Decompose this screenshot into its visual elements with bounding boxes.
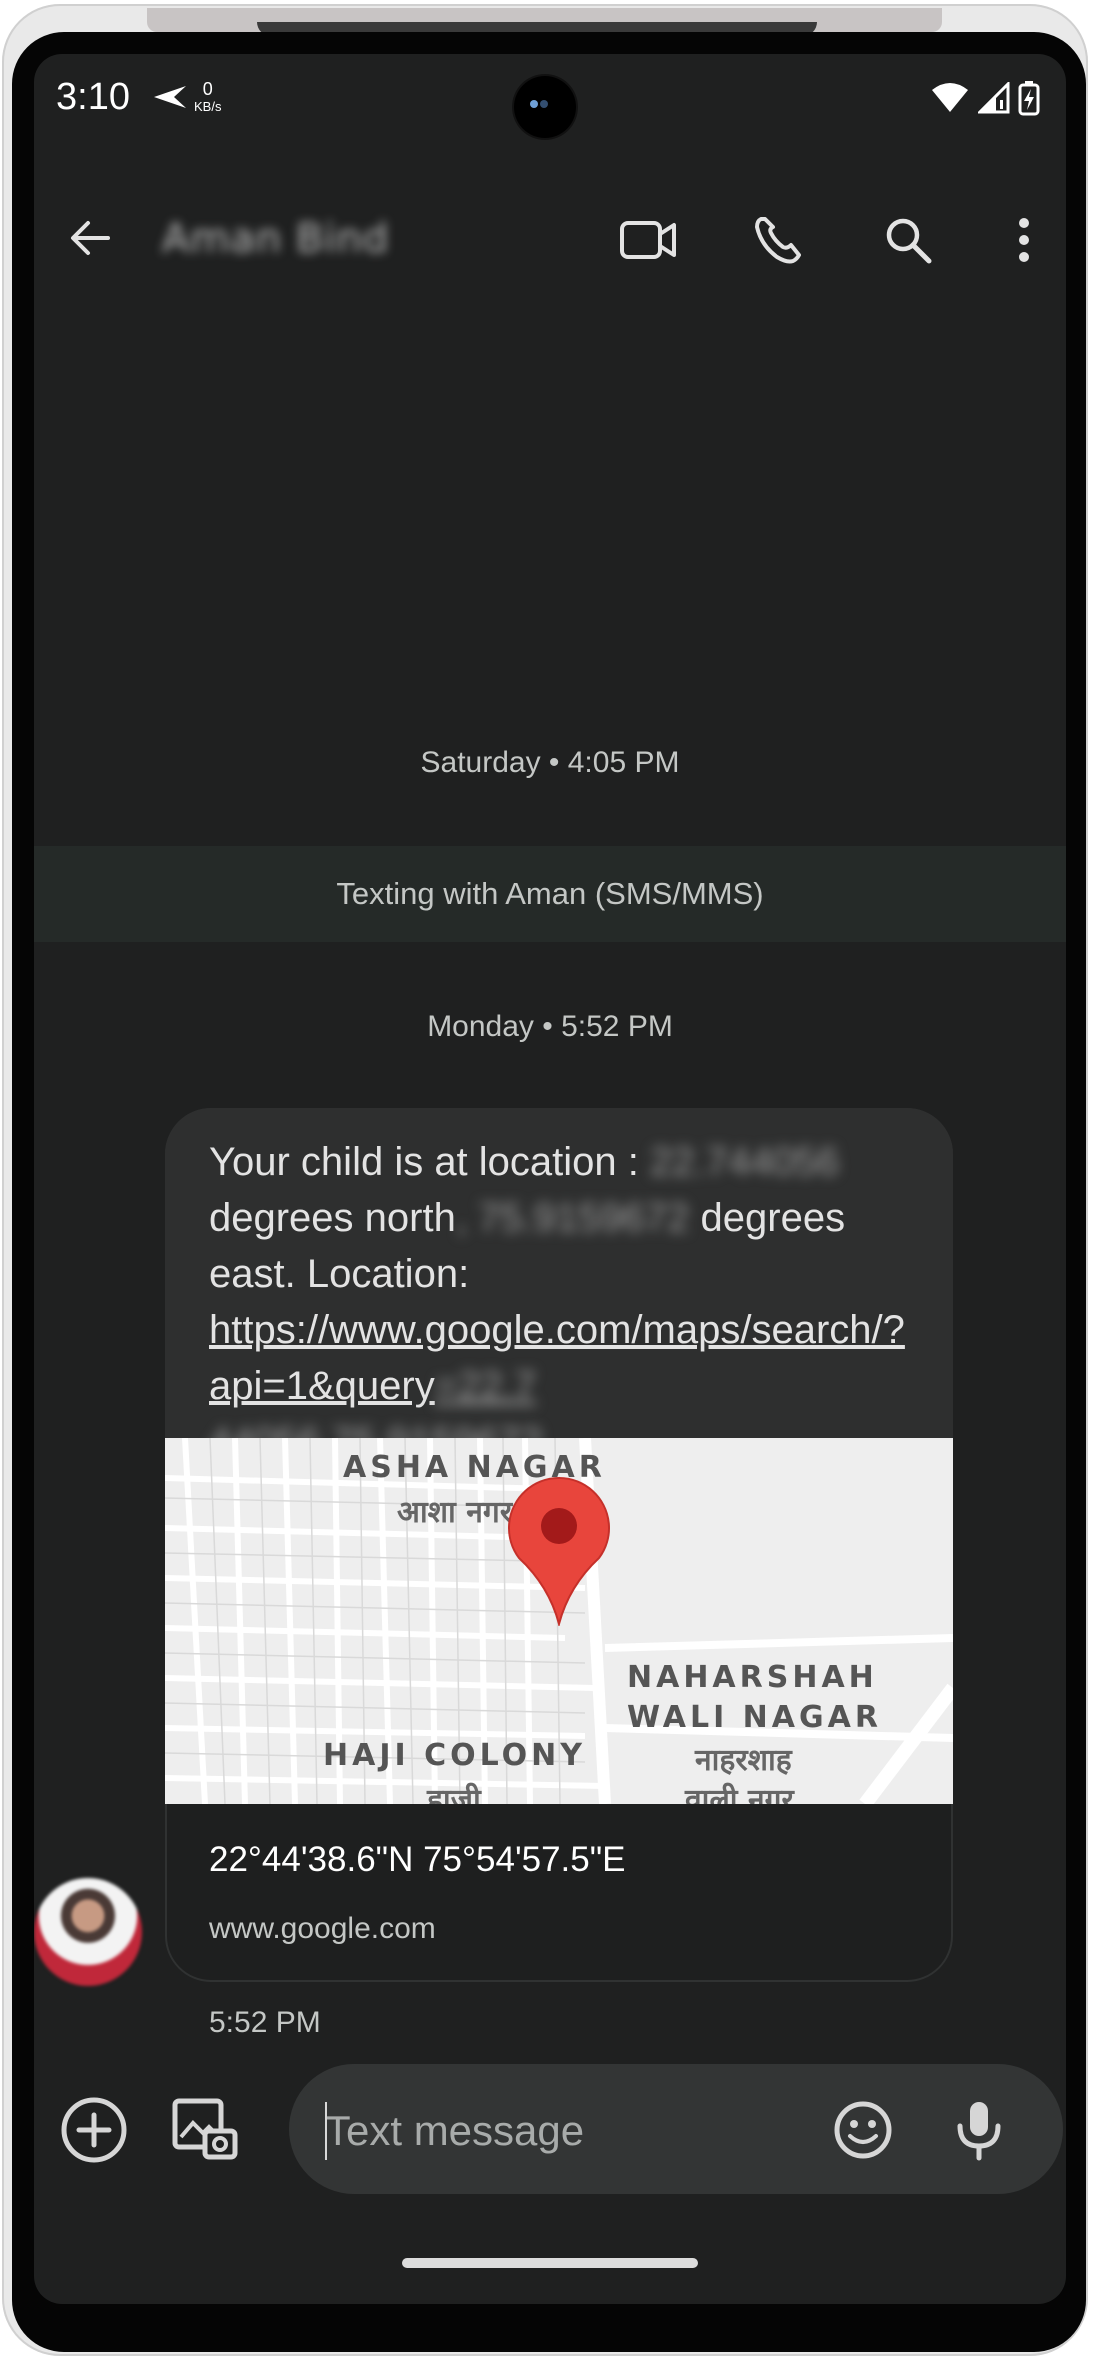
redacted-link-part-1[interactable]: =22.7 [435, 1364, 536, 1408]
gallery-button[interactable] [164, 2090, 244, 2170]
gallery-icon [172, 2098, 238, 2160]
home-indicator[interactable] [402, 2258, 698, 2268]
screen: 3:10 0 KB/s Aman Bind Saturday • 4:05 PM… [34, 54, 1066, 2304]
map-pin-icon [505, 1476, 613, 1630]
phone-frame: 3:10 0 KB/s Aman Bind Saturday • 4:05 PM… [2, 4, 1088, 2356]
signal-icon [976, 80, 1010, 118]
device-bezel: 3:10 0 KB/s Aman Bind Saturday • 4:05 PM… [12, 32, 1086, 2352]
battery-charging-icon [1018, 80, 1040, 120]
emoji-button[interactable] [823, 2090, 903, 2170]
status-time: 3:10 [56, 76, 130, 118]
avatar[interactable] [34, 1878, 142, 1986]
link-card-info[interactable]: 22°44'38.6"N 75°54'57.5"E www.google.com [165, 1804, 953, 1982]
status-icons [930, 80, 1040, 120]
message-text: Your child is at location : 22.744056 de… [209, 1134, 921, 1470]
map-label-naharshah-hi: नाहरशाह [695, 1743, 792, 1778]
app-bar: Aman Bind [34, 184, 1066, 294]
contact-name[interactable]: Aman Bind [162, 216, 389, 262]
mic-icon [957, 2102, 1001, 2161]
network-speed: 0 KB/s [194, 80, 221, 113]
map-label-haji-colony: HAJI COLONY [323, 1738, 586, 1773]
message-input-container[interactable] [289, 2064, 1063, 2194]
link-card-domain: www.google.com [209, 1912, 436, 1945]
location-link[interactable]: https://www.google.com/maps/search/?api=… [209, 1308, 905, 1408]
message-line-1: Your child is at location : [209, 1140, 650, 1184]
map-label-wali-nagar-hi: वाली नगर [685, 1783, 794, 1804]
emoji-icon [834, 2101, 892, 2159]
map-label-asha-nagar-hi: आशा नगर [397, 1495, 513, 1530]
redacted-latitude: 22.744056 [650, 1140, 840, 1184]
back-button[interactable] [60, 208, 120, 268]
timestamp-saturday: Saturday • 4:05 PM [420, 746, 680, 779]
message-bubble[interactable]: Your child is at location : 22.744056 de… [165, 1108, 953, 1982]
message-input[interactable] [323, 2100, 807, 2162]
back-arrow-icon [71, 221, 110, 255]
map-label-naharshah: NAHARSHAH [627, 1660, 878, 1695]
phone-call-button[interactable] [746, 208, 810, 272]
composer [34, 2064, 1066, 2214]
link-card-title: 22°44'38.6"N 75°54'57.5"E [209, 1840, 626, 1879]
timestamp-monday: Monday • 5:52 PM [427, 1010, 673, 1043]
video-call-button[interactable] [616, 208, 680, 272]
search-icon [886, 218, 932, 264]
map-label-wali-nagar: WALI NAGAR [627, 1700, 882, 1735]
more-options-button[interactable] [992, 208, 1056, 272]
map-preview[interactable]: ASHA NAGAR आशा नगर NAHARSHAH WALI NAGAR … [165, 1438, 953, 1804]
sms-mode-banner: Texting with Aman (SMS/MMS) [34, 846, 1066, 942]
message-line-2-tail: degrees [689, 1196, 846, 1240]
add-circle-icon [61, 2097, 127, 2163]
add-attachment-button[interactable] [54, 2090, 134, 2170]
search-button[interactable] [876, 208, 940, 272]
map-label-haji-hi: हाजी [427, 1783, 481, 1804]
message-line-3: east. Location: [209, 1252, 470, 1296]
more-vert-icon [1019, 218, 1029, 262]
network-speed-value: 0 [202, 79, 213, 99]
message-time: 5:52 PM [209, 2006, 321, 2039]
send-icon [152, 84, 188, 114]
status-bar: 3:10 0 KB/s [34, 54, 1066, 144]
wifi-icon [930, 82, 970, 118]
front-camera [514, 76, 576, 138]
network-speed-unit: KB/s [194, 99, 222, 114]
phone-icon [755, 217, 801, 264]
message-line-2: degrees north [209, 1196, 456, 1240]
voice-input-button[interactable] [939, 2090, 1019, 2170]
text-cursor [325, 2102, 327, 2160]
video-call-icon [620, 221, 676, 259]
redacted-longitude: , 75.9159672 [455, 1196, 690, 1240]
